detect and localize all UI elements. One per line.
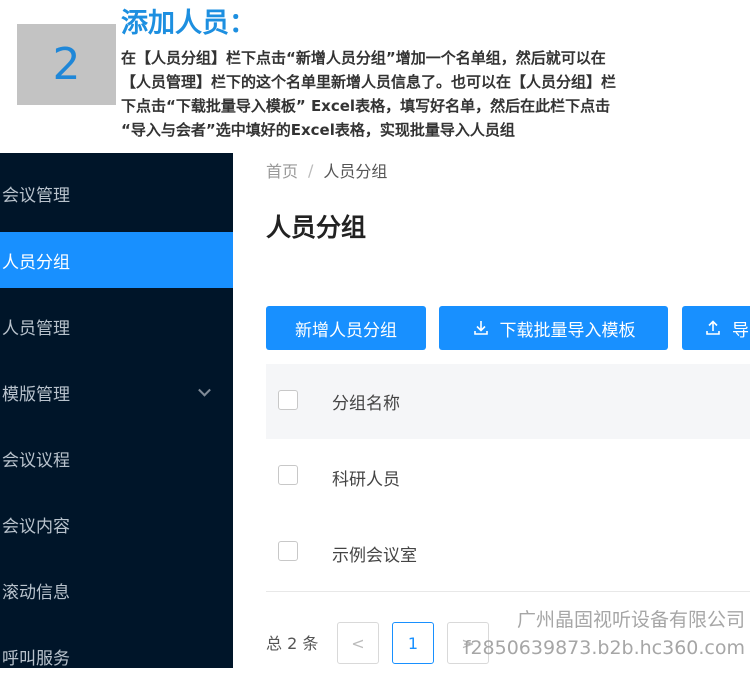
import-attendees-button[interactable]: 导 bbox=[682, 306, 750, 350]
step-description-line: 在【人员分组】栏下点击“新增人员分组”增加一个名单组，然后就可以在 bbox=[121, 49, 606, 67]
breadcrumb: 首页 / 人员分组 bbox=[266, 158, 387, 182]
breadcrumb-current: 人员分组 bbox=[323, 162, 388, 181]
pagination-prev-button[interactable]: < bbox=[337, 622, 379, 664]
chevron-down-icon bbox=[198, 383, 211, 397]
table-header: 分组名称 bbox=[266, 364, 750, 440]
step-number-badge: 2 bbox=[17, 24, 116, 105]
page-title: 人员分组 bbox=[266, 213, 367, 242]
table-row: 示例会议室 bbox=[266, 515, 750, 592]
step-title: 添加人员： bbox=[121, 8, 256, 39]
sidebar-item-meeting-agenda[interactable]: 会议议程 bbox=[0, 430, 233, 486]
sidebar-item-template-management[interactable]: 模版管理 bbox=[0, 364, 233, 420]
sidebar-item-label: 会议内容 bbox=[2, 516, 70, 537]
sidebar-item-personnel-groups[interactable]: 人员分组 bbox=[0, 232, 233, 288]
watermark: 广州晶固视听设备有限公司 f2850639873.b2b.hc360.com bbox=[455, 606, 745, 662]
select-all-checkbox[interactable] bbox=[278, 390, 298, 410]
download-template-button[interactable]: 下载批量导入模板 bbox=[439, 306, 668, 350]
sidebar-item-meeting-management[interactable]: 会议管理 bbox=[0, 165, 233, 221]
sidebar-item-scroll-info[interactable]: 滚动信息 bbox=[0, 562, 233, 618]
sidebar-item-meeting-content[interactable]: 会议内容 bbox=[0, 496, 233, 552]
group-name-cell: 示例会议室 bbox=[332, 545, 417, 566]
step-description-line: 下点击“下载批量导入模板” Excel表格，填写好名单，然后在此栏下点击 bbox=[121, 97, 611, 115]
download-template-button-label: 下载批量导入模板 bbox=[499, 320, 636, 341]
step-description-line: 【人员管理】栏下的这个名单里新增人员信息了。也可以在【人员分组】栏 bbox=[121, 73, 617, 91]
step-description: 在【人员分组】栏下点击“新增人员分组”增加一个名单组，然后就可以在 【人员管理】… bbox=[121, 46, 750, 142]
sidebar-item-label: 人员分组 bbox=[2, 252, 70, 273]
chevron-left-icon: < bbox=[351, 633, 365, 653]
sidebar: 会议管理 人员分组 人员管理 模版管理 会议议程 会议内容 滚动信息 呼叫服务 bbox=[0, 153, 233, 668]
sidebar-item-call-service[interactable]: 呼叫服务 bbox=[0, 628, 233, 669]
add-group-button-label: 新增人员分组 bbox=[295, 320, 397, 341]
add-group-button[interactable]: 新增人员分组 bbox=[266, 306, 426, 350]
sidebar-item-label: 会议议程 bbox=[2, 450, 70, 471]
step-description-line: “导入与会者”选中填好的Excel表格，实现批量导入人员组 bbox=[121, 121, 515, 139]
pagination-page-number: 1 bbox=[407, 633, 419, 653]
column-header-group-name: 分组名称 bbox=[332, 394, 400, 414]
sidebar-item-label: 会议管理 bbox=[2, 185, 70, 206]
group-name-cell: 科研人员 bbox=[332, 469, 400, 490]
row-checkbox[interactable] bbox=[278, 541, 298, 561]
download-icon bbox=[473, 321, 488, 335]
sidebar-item-personnel-management[interactable]: 人员管理 bbox=[0, 298, 233, 354]
sidebar-item-label: 滚动信息 bbox=[2, 582, 70, 603]
pagination-page-button[interactable]: 1 bbox=[392, 622, 434, 664]
sidebar-item-label: 模版管理 bbox=[2, 384, 70, 405]
table-row: 科研人员 bbox=[266, 439, 750, 516]
breadcrumb-home-link[interactable]: 首页 bbox=[266, 158, 298, 182]
row-checkbox[interactable] bbox=[278, 465, 298, 485]
sidebar-item-label: 人员管理 bbox=[2, 318, 70, 339]
pagination-total: 总 2 条 bbox=[266, 634, 319, 653]
upload-icon bbox=[706, 320, 720, 335]
breadcrumb-separator: / bbox=[308, 160, 314, 180]
watermark-company: 广州晶固视听设备有限公司 bbox=[516, 609, 745, 631]
sidebar-item-label: 呼叫服务 bbox=[2, 648, 70, 669]
import-attendees-button-label: 导 bbox=[732, 320, 749, 341]
watermark-url: f2850639873.b2b.hc360.com bbox=[463, 637, 745, 659]
